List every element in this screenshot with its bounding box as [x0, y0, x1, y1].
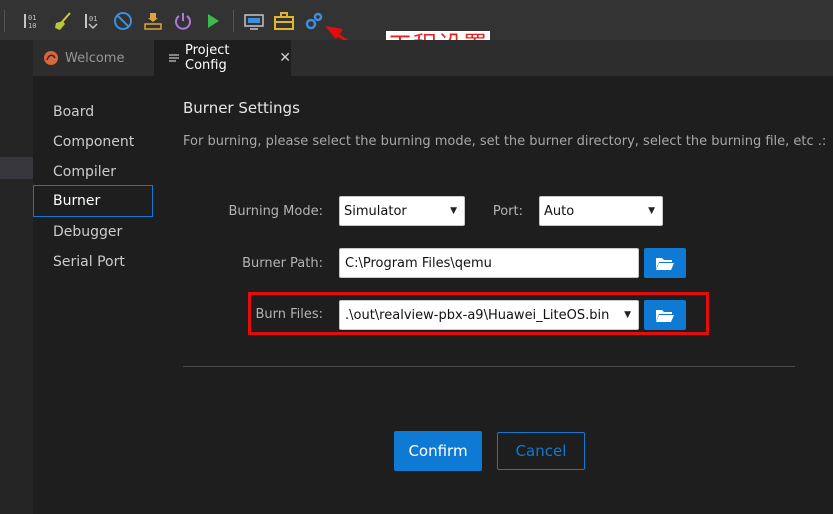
tab-welcome[interactable]: Welcome [33, 40, 153, 76]
nav-item-serial-port[interactable]: Serial Port [33, 246, 153, 278]
tab-project-config-label: Project Config [185, 43, 230, 73]
toolbox-icon[interactable] [273, 10, 295, 32]
rebuild-icon[interactable]: 01 [82, 10, 104, 32]
section-title: Burner Settings [183, 99, 300, 117]
nav-item-board[interactable]: Board [33, 96, 153, 128]
burn-files-label: Burn Files: [255, 307, 323, 322]
toolbar-separator [233, 10, 234, 32]
svg-text:10: 10 [28, 22, 36, 30]
nav-item-debugger[interactable]: Debugger [33, 216, 153, 248]
welcome-logo-icon [43, 50, 59, 66]
burning-mode-value: Simulator [344, 203, 407, 219]
dropdown-caret-icon: ▼ [648, 206, 655, 216]
toolbar-separator [4, 10, 5, 32]
svg-text:01: 01 [28, 14, 36, 22]
port-select[interactable]: Auto ▼ [539, 196, 663, 226]
burn-files-select[interactable]: .\out\realview-pbx-a9\Huawei_LiteOS.bin … [339, 300, 639, 330]
nav-item-compiler[interactable]: Compiler [33, 156, 153, 188]
burner-path-input[interactable]: C:\Program Files\qemu [339, 248, 639, 278]
burning-mode-label: Burning Mode: [228, 204, 323, 219]
folder-open-icon [656, 310, 674, 322]
burn-files-browse-button[interactable] [644, 300, 686, 330]
tab-welcome-label: Welcome [65, 50, 125, 66]
svg-text:01: 01 [89, 15, 97, 23]
dropdown-caret-icon: ▼ [624, 310, 631, 320]
burning-mode-select[interactable]: Simulator ▼ [339, 196, 465, 226]
confirm-button[interactable]: Confirm [394, 431, 482, 471]
run-icon[interactable] [202, 10, 224, 32]
nav-item-component[interactable]: Component [33, 126, 153, 158]
nav-item-burner[interactable]: Burner [33, 185, 153, 217]
stop-icon[interactable] [112, 10, 134, 32]
folder-open-icon [656, 258, 674, 270]
menu-lines-icon [169, 53, 179, 63]
section-description: For burning, please select the burning m… [183, 134, 827, 149]
burn-files-value: .\out\realview-pbx-a9\Huawei_LiteOS.bin [345, 307, 610, 323]
side-panel-selected-row[interactable] [0, 157, 33, 179]
dropdown-caret-icon: ▼ [450, 206, 457, 216]
cancel-button[interactable]: Cancel [497, 432, 585, 470]
divider [183, 366, 795, 367]
build-icon[interactable]: 01 10 [22, 10, 44, 32]
burner-path-browse-button[interactable] [644, 248, 686, 278]
tab-bar: Welcome Project Config ✕ [33, 40, 833, 76]
clean-icon[interactable] [52, 10, 74, 32]
burn-icon[interactable] [142, 10, 164, 32]
tab-project-config[interactable]: Project Config ✕ [154, 40, 291, 76]
monitor-icon[interactable] [243, 10, 265, 32]
project-config-editor: Board Component Compiler Burner Debugger… [33, 76, 833, 514]
project-settings-icon[interactable] [303, 10, 325, 32]
port-label: Port: [492, 204, 523, 219]
side-panel-strip [0, 40, 33, 514]
close-icon[interactable]: ✕ [279, 50, 291, 66]
burner-path-label: Burner Path: [242, 256, 323, 271]
ide-window: 01 10 01 Welcome Project Config ✕ Board … [0, 0, 833, 514]
power-icon[interactable] [172, 10, 194, 32]
port-value: Auto [544, 203, 575, 219]
